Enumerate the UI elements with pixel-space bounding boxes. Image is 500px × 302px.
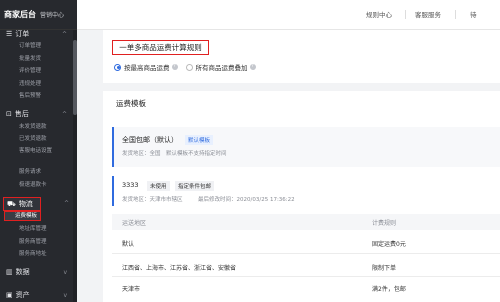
sidebar-group-data[interactable]: ▥ 数据 v <box>0 265 73 279</box>
order-icon: ☰ <box>6 30 13 38</box>
radio-highest-fee[interactable] <box>114 63 121 71</box>
sidebar-item-unshipped-refund[interactable]: 未发货退款 <box>19 124 47 130</box>
top-link-customer-service[interactable]: 客服服务 <box>415 9 441 19</box>
status-badge-conditional-free: 指定条件包邮 <box>175 181 215 191</box>
sidebar-group-label: 物流 <box>18 200 33 208</box>
radio-label-highest-fee[interactable]: 按最高商品运费 <box>124 62 170 72</box>
sidebar-item-reviews[interactable]: 评价管理 <box>19 68 41 74</box>
sidebar-group-logistics[interactable]: ⛟ 物流 <box>3 197 41 211</box>
chevron-down-icon: v <box>63 268 67 276</box>
sidebar-item-shipping-template[interactable]: 运费模板 <box>4 211 42 221</box>
truck-icon: ⛟ <box>7 199 16 208</box>
table-cell-rule: 满2件，包邮 <box>372 286 406 293</box>
chevron-up-icon: ^ <box>61 110 67 118</box>
status-badge-unused: 未使用 <box>147 181 170 191</box>
sidebar-item-carrier-manage[interactable]: 服务商管理 <box>19 239 47 245</box>
sidebar-item-address-library[interactable]: 地址库管理 <box>19 226 47 232</box>
brand-subtitle[interactable]: 营销中心 <box>40 10 64 19</box>
table-cell-region: 江西省、上海市、江苏省、浙江省、安徽省 <box>122 265 237 272</box>
template-area: 发货地区：天津市市辖区 <box>122 197 183 203</box>
template-modified-time: 最后修改时间：2020/03/25 17:36:22 <box>198 197 295 203</box>
sidebar-item-order-manage[interactable]: 订单管理 <box>19 43 41 49</box>
template-card-default[interactable] <box>112 127 500 167</box>
calc-rule-options: 按最高商品运费 ? 所有商品运费叠加 ? <box>114 62 256 72</box>
chevron-down-icon: v <box>63 291 67 299</box>
default-template-badge: 默认模板 <box>185 135 214 145</box>
top-divider <box>405 10 406 19</box>
chevron-up-icon: ^ <box>61 30 67 38</box>
wallet-icon: ▣ <box>6 291 13 299</box>
column-header-rule: 计费规则 <box>372 220 397 227</box>
radio-label-sum-fees[interactable]: 所有商品运费叠加 <box>196 62 248 72</box>
sidebar-item-service-request[interactable]: 服务请求 <box>19 169 41 175</box>
sidebar-group-orders[interactable]: ☰ 订单 ^ <box>0 27 73 41</box>
sidebar-item-shipped-refund[interactable]: 已发货退款 <box>19 136 47 142</box>
section-divider <box>103 83 500 91</box>
column-header-region: 运送地区 <box>122 220 147 227</box>
radio-sum-fees[interactable] <box>185 63 193 71</box>
sidebar-group-aftersales[interactable]: ⊡ 售后 ^ <box>0 107 73 121</box>
sidebar-item-violations[interactable]: 违规处理 <box>19 81 41 87</box>
question-icon[interactable]: ? <box>249 64 256 70</box>
sidebar-group-label: 数据 <box>15 268 30 276</box>
refund-icon: ⊡ <box>6 110 12 118</box>
table-cell-region: 默认 <box>122 241 135 248</box>
table-cell-rule: 限制下单 <box>372 265 397 272</box>
top-divider <box>455 10 456 19</box>
template-area: 发货地区：全国 默认模板不支持指定时间 <box>122 151 227 157</box>
table-header <box>112 214 500 230</box>
sidebar-item-aftersale-alert[interactable]: 售后预警 <box>19 93 41 99</box>
sidebar-item-fast-refund[interactable]: 极速退款卡 <box>19 182 47 188</box>
brand-bar: 商家后台 营销中心 <box>0 0 77 30</box>
top-link-rules-center[interactable]: 规则中心 <box>366 9 392 19</box>
row-divider <box>112 253 500 254</box>
sidebar-scrollbar-thumb[interactable] <box>73 40 77 115</box>
sidebar-group-label: 订单 <box>15 30 30 38</box>
sidebar: 商家后台 营销中心 ☰ 订单 ^ 订单管理 批量发货 评价管理 违规处理 售后预… <box>0 0 77 302</box>
sidebar-item-carrier-address[interactable]: 服务商地址 <box>19 251 47 257</box>
sidebar-item-service-phone[interactable]: 客服电话设置 <box>19 148 69 154</box>
row-divider <box>112 276 500 277</box>
template-name: 3333 <box>122 181 139 189</box>
sidebar-group-label: 资产 <box>15 291 30 299</box>
sidebar-group-assets[interactable]: ▣ 资产 v <box>0 288 73 302</box>
page-title: 一单多商品运费计算规则 <box>112 40 209 55</box>
chart-icon: ▥ <box>6 268 13 276</box>
sidebar-item-batch-ship[interactable]: 批量发货 <box>19 56 41 62</box>
question-icon[interactable]: ? <box>171 64 178 70</box>
chevron-up-icon: ^ <box>64 200 70 207</box>
top-link-more[interactable]: 待 <box>470 9 477 19</box>
section-title-templates: 运费模板 <box>116 99 146 108</box>
table-cell-rule: 固定运费0元 <box>372 241 406 248</box>
template-name: 全国包邮（默认） <box>122 136 178 144</box>
brand-title: 商家后台 <box>4 10 36 19</box>
sidebar-group-label: 售后 <box>14 110 29 118</box>
table-cell-region: 天津市 <box>122 286 141 293</box>
